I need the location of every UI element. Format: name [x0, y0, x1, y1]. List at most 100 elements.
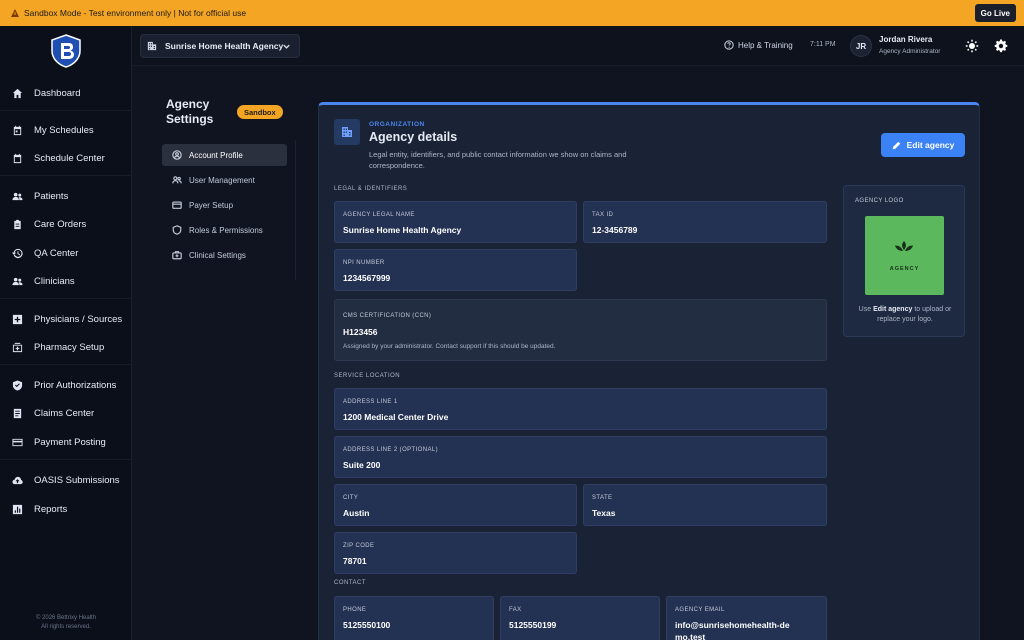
- sidebar-item-reports[interactable]: Reports: [0, 498, 132, 520]
- address-line1-field[interactable]: ADDRESS LINE 1 1200 Medical Center Drive: [334, 388, 827, 430]
- field-label: NPI NUMBER: [343, 260, 385, 266]
- sidebar-item-payment-posting[interactable]: Payment Posting: [0, 431, 132, 453]
- tax-id-field[interactable]: TAX ID 12-3456789: [583, 201, 827, 243]
- plus-box-icon: [12, 314, 23, 325]
- settings-nav-account-profile[interactable]: Account Profile: [162, 144, 287, 166]
- building-icon: [147, 41, 157, 51]
- field-note: Assigned by your administrator. Contact …: [343, 343, 556, 350]
- sidebar-item-label: QA Center: [34, 247, 79, 259]
- sidebar-item-physicians-sources[interactable]: Physicians / Sources: [0, 308, 132, 330]
- logo-text: AGENCY: [889, 266, 920, 272]
- ccn-field: CMS CERTIFICATION (CCN) H123456 Assigned…: [334, 299, 827, 361]
- npi-number-field[interactable]: NPI NUMBER 1234567999: [334, 249, 577, 291]
- sidebar-item-label: Claims Center: [34, 407, 95, 419]
- city-field[interactable]: CITY Austin: [334, 484, 577, 526]
- sidebar: Dashboard My Schedules Schedule Center P…: [0, 26, 132, 640]
- agency-logo-image: AGENCY: [865, 216, 944, 295]
- current-time: 7:11 PM: [810, 41, 836, 48]
- sidebar-item-claims-center[interactable]: Claims Center: [0, 402, 132, 424]
- sidebar-item-label: Physicians / Sources: [34, 313, 123, 325]
- field-label: AGENCY EMAIL: [675, 607, 725, 613]
- agency-selector-label: Sunrise Home Health Agency: [165, 41, 284, 51]
- agency-email-field[interactable]: AGENCY EMAIL info@sunrisehomehealth-demo…: [666, 596, 827, 640]
- sidebar-item-label: My Schedules: [34, 124, 94, 136]
- warning-icon: [10, 8, 20, 18]
- shield-check-icon: [12, 379, 23, 391]
- phone-field[interactable]: PHONE 5125550100: [334, 596, 494, 640]
- avatar[interactable]: JR: [850, 35, 872, 57]
- rights-text: All rights reserved.: [41, 624, 91, 630]
- history-icon: [12, 248, 23, 259]
- section-label-legal: LEGAL & IDENTIFIERS: [334, 186, 408, 192]
- user-role: Agency Administrator: [879, 48, 941, 55]
- sidebar-item-label: Dashboard: [34, 87, 81, 99]
- settings-nav-user-management[interactable]: User Management: [162, 169, 287, 191]
- theme-toggle-icon[interactable]: [965, 39, 979, 53]
- field-label: CITY: [343, 495, 359, 501]
- settings-nav-payer-setup[interactable]: Payer Setup: [162, 194, 287, 216]
- field-label: AGENCY LEGAL NAME: [343, 212, 415, 218]
- sidebar-item-label: Prior Authorizations: [34, 379, 117, 391]
- sidebar-item-patients[interactable]: Patients: [0, 185, 132, 207]
- settings-nav-roles-permissions[interactable]: Roles & Permissions: [162, 219, 287, 241]
- sidebar-item-label: Reports: [34, 503, 68, 515]
- sidebar-item-my-schedules[interactable]: My Schedules: [0, 119, 132, 141]
- state-field[interactable]: STATE Texas: [583, 484, 827, 526]
- copyright-text: © 2026 Bettrixy Health: [35, 615, 97, 621]
- home-icon: [12, 88, 23, 99]
- wallet-icon: [172, 201, 182, 209]
- edit-agency-label: Edit agency: [906, 140, 955, 150]
- sidebar-item-label: Care Orders: [34, 218, 87, 230]
- sidebar-item-care-orders[interactable]: Care Orders: [0, 213, 132, 235]
- cloud-upload-icon: [12, 475, 23, 486]
- address-line2-field[interactable]: ADDRESS LINE 2 (OPTIONAL) Suite 200: [334, 436, 827, 478]
- section-kicker: ORGANIZATION: [369, 121, 425, 128]
- sidebar-item-dashboard[interactable]: Dashboard: [0, 82, 132, 104]
- medical-bag-icon: [172, 251, 182, 260]
- help-label: Help & Training: [738, 40, 793, 50]
- legal-name-field[interactable]: AGENCY LEGAL NAME Sunrise Home Health Ag…: [334, 201, 577, 243]
- app-logo-icon[interactable]: [50, 34, 82, 68]
- panel-description: Legal entity, identifiers, and public co…: [369, 150, 627, 170]
- field-label: ADDRESS LINE 2 (OPTIONAL): [343, 447, 439, 453]
- fax-field[interactable]: FAX 5125550199: [500, 596, 660, 640]
- gear-icon[interactable]: [994, 39, 1008, 53]
- settings-nav-label: User Management: [189, 175, 255, 185]
- edit-agency-button[interactable]: Edit agency: [881, 133, 965, 157]
- agency-selector[interactable]: Sunrise Home Health Agency: [140, 34, 300, 58]
- go-live-button[interactable]: Go Live: [974, 4, 1016, 22]
- sidebar-item-clinicians[interactable]: Clinicians: [0, 270, 132, 292]
- edit-agency-link[interactable]: Edit agency: [873, 306, 912, 313]
- calendar-icon: [12, 125, 23, 136]
- field-value: H123456: [343, 327, 378, 337]
- section-label-location: SERVICE LOCATION: [334, 373, 401, 379]
- field-value: Sunrise Home Health Agency: [343, 225, 462, 235]
- pencil-icon: [892, 141, 900, 149]
- field-label: TAX ID: [592, 212, 614, 218]
- credit-card-icon: [12, 437, 23, 448]
- help-circle-icon: [724, 40, 734, 50]
- settings-nav-clinical-settings[interactable]: Clinical Settings: [162, 244, 287, 266]
- user-circle-icon: [172, 150, 182, 160]
- sidebar-item-label: Payment Posting: [34, 436, 106, 448]
- help-training-link[interactable]: Help & Training: [724, 40, 793, 50]
- field-label: ZIP CODE: [343, 543, 375, 549]
- sandbox-banner: Sandbox Mode - Test environment only | N…: [0, 0, 1024, 26]
- clipboard-icon: [12, 219, 23, 230]
- sidebar-item-prior-authorizations[interactable]: Prior Authorizations: [0, 374, 132, 396]
- sidebar-item-schedule-center[interactable]: Schedule Center: [0, 147, 132, 169]
- banner-text: Sandbox Mode - Test environment only | N…: [24, 8, 247, 18]
- zip-code-field[interactable]: ZIP CODE 78701: [334, 532, 577, 574]
- sidebar-item-qa-center[interactable]: QA Center: [0, 242, 132, 264]
- field-value: 5125550199: [509, 620, 557, 630]
- field-label: ADDRESS LINE 1: [343, 399, 398, 405]
- sidebar-item-oasis-submissions[interactable]: OASIS Submissions: [0, 469, 132, 491]
- settings-title: Agency Settings: [166, 97, 214, 126]
- sidebar-item-pharmacy-setup[interactable]: Pharmacy Setup: [0, 336, 132, 358]
- field-value: 5125550100: [343, 620, 391, 630]
- settings-nav-label: Clinical Settings: [189, 250, 246, 260]
- settings-divider: [295, 140, 296, 280]
- settings-nav-label: Payer Setup: [189, 200, 234, 210]
- field-label: FAX: [509, 607, 522, 613]
- people-icon: [12, 191, 23, 202]
